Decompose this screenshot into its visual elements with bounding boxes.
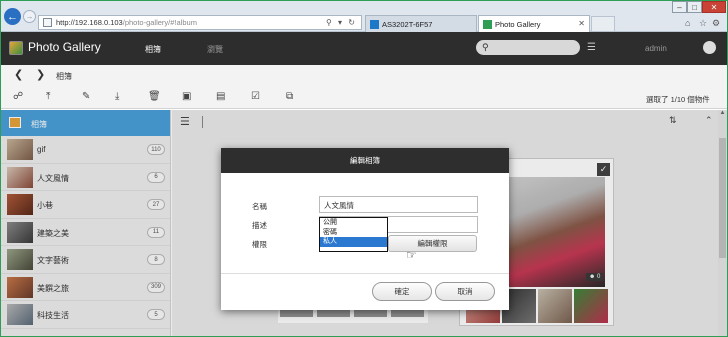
permission-label: 權限	[252, 240, 267, 249]
option-public[interactable]: 公開	[320, 218, 387, 228]
address-tools-icon[interactable]: ⚲ ▾ ↻	[326, 18, 357, 27]
maximize-icon[interactable]: □	[687, 1, 702, 13]
gallery-favicon-icon	[483, 19, 492, 29]
nav-browse[interactable]: 瀏覽	[207, 44, 223, 55]
copy-icon[interactable]: ⧉	[286, 91, 293, 102]
trash-icon[interactable]: 🗑	[148, 91, 161, 102]
tab-photo-gallery[interactable]: Photo Gallery ✕	[478, 15, 590, 32]
cancel-button[interactable]: 取消	[435, 282, 495, 301]
close-window-icon[interactable]: ✕	[702, 1, 726, 13]
name-label: 名稱	[252, 202, 267, 211]
url-host: http://192.168.0.103	[56, 18, 123, 27]
ok-button[interactable]: 確定	[372, 282, 432, 301]
new-tab-button[interactable]	[591, 16, 615, 31]
chevron-left-icon[interactable]: ❮	[14, 68, 23, 81]
download-icon[interactable]: ⤓	[115, 91, 119, 102]
option-password[interactable]: 密碼	[320, 228, 387, 238]
dialog-title: 編輯相簿	[221, 148, 509, 173]
forward-icon[interactable]: →	[23, 10, 36, 23]
minimize-icon[interactable]: –	[672, 1, 687, 13]
back-icon[interactable]: ←	[4, 8, 21, 25]
home-icon[interactable]: ⌂	[685, 18, 690, 28]
settings-gear-icon[interactable]: ⚙	[712, 18, 720, 29]
search-icon: ⚲	[482, 42, 489, 52]
divider	[221, 273, 509, 274]
chevron-right-icon[interactable]: ❯	[36, 68, 45, 81]
user-name[interactable]: admin	[645, 44, 667, 53]
url-path: /photo-gallery/#!album	[122, 18, 197, 27]
nas-favicon-icon	[370, 19, 379, 29]
search-input[interactable]: ⚲	[476, 40, 580, 55]
option-private[interactable]: 私人	[320, 237, 387, 247]
tab-label: Photo Gallery	[495, 19, 541, 29]
album-name-field[interactable]: 人文風情	[319, 196, 478, 213]
nav-albums[interactable]: 相簿	[145, 44, 161, 55]
browser-window: ← → http://192.168.0.103/photo-gallery/#…	[1, 1, 727, 336]
address-bar[interactable]: http://192.168.0.103/photo-gallery/#!alb…	[38, 15, 362, 30]
action-toolbar: ☍ ⤒ ✎ ⤓ 🗑 ▣ ▤ ☑ ⧉ 選取了 1/10 個物件	[1, 86, 727, 109]
breadcrumb[interactable]: 相簿	[56, 71, 72, 82]
tab-nas[interactable]: AS3202T-6F57	[365, 15, 477, 32]
tab-label: AS3202T-6F57	[382, 19, 433, 29]
edit-permission-button[interactable]: 編輯權限	[388, 235, 477, 252]
photo-gallery-logo-icon	[9, 41, 23, 55]
edit-icon[interactable]: ✎	[82, 91, 90, 102]
app-header: Photo Gallery 相簿 瀏覽 ⚲ ☰ admin	[1, 32, 727, 65]
set-cover-icon[interactable]: ▤	[216, 91, 225, 102]
add-to-album-icon[interactable]: ▣	[182, 91, 191, 102]
share-icon[interactable]: ☍	[13, 91, 23, 102]
breadcrumb-bar: ❮ ❯ 相簿	[1, 65, 727, 86]
favorites-star-icon[interactable]: ☆	[699, 18, 707, 29]
permission-select[interactable]: 公開 密碼 私人	[319, 217, 388, 252]
close-tab-icon[interactable]: ✕	[578, 19, 585, 28]
app-title: Photo Gallery	[28, 40, 101, 54]
select-all-icon[interactable]: ☑	[251, 91, 260, 102]
hand-cursor-icon: ☞	[406, 248, 417, 262]
selection-status: 選取了 1/10 個物件	[646, 95, 710, 104]
browser-chrome: ← → http://192.168.0.103/photo-gallery/#…	[1, 1, 727, 32]
description-label: 描述	[252, 221, 267, 230]
upload-icon[interactable]: ⤒	[46, 91, 50, 102]
user-avatar-icon[interactable]	[703, 41, 716, 54]
list-menu-icon[interactable]: ☰	[587, 42, 596, 53]
page-icon	[43, 18, 52, 27]
